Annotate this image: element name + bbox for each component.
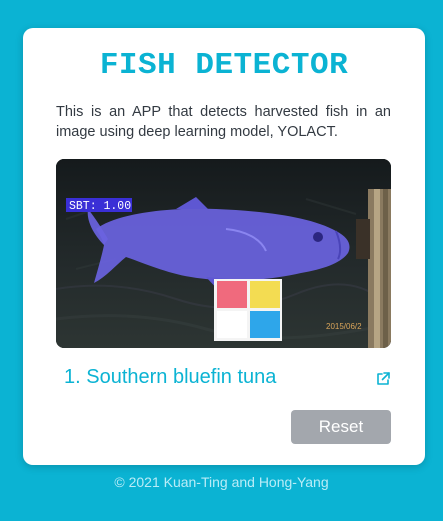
app-description: This is an APP that detects harvested fi… — [56, 104, 391, 140]
app-title: FISH DETECTOR — [99, 48, 349, 83]
result-label[interactable]: 1. Southern bluefin tuna — [64, 366, 276, 389]
photo-timestamp: 2015/06/2 — [326, 322, 362, 331]
detection-image: SBT: 1.00 2015/06/2 — [56, 159, 391, 348]
color-calibration-card — [214, 279, 282, 341]
result-item[interactable]: 1. Southern bluefin tuna — [64, 366, 391, 392]
main-card: FISH DETECTOR This is an APP that detect… — [23, 28, 425, 465]
detection-label: SBT: 1.00 — [66, 198, 132, 213]
external-link-icon[interactable] — [375, 371, 391, 387]
footer-copyright: © 2021 Kuan-Ting and Hong-Yang — [114, 474, 329, 490]
reset-button[interactable]: Reset — [291, 410, 391, 444]
detection-label-text: SBT: 1.00 — [69, 200, 131, 213]
